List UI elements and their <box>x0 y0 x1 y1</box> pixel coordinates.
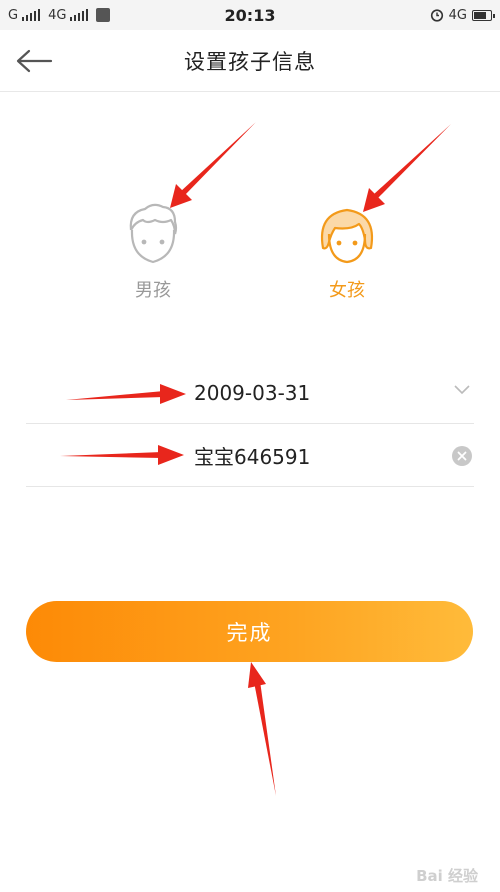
done-button[interactable]: 完成 <box>26 601 473 662</box>
signal-bars-icon <box>22 9 41 21</box>
girl-avatar-icon <box>320 208 374 264</box>
boy-avatar-icon <box>129 203 178 264</box>
status-bar: G 4G 20:13 4G <box>0 0 500 30</box>
back-arrow-icon <box>16 49 53 73</box>
annotation-arrow <box>373 124 451 199</box>
back-button[interactable] <box>14 44 54 78</box>
girl-label: 女孩 <box>329 280 365 301</box>
header: 设置孩子信息 <box>0 30 500 92</box>
status-right: 4G <box>430 7 495 23</box>
annotation-arrow <box>180 122 256 196</box>
chevron-down-icon[interactable] <box>454 385 470 395</box>
signal-label-2: 4G <box>48 7 67 23</box>
status-left: G 4G <box>8 7 111 23</box>
alarm-icon <box>430 9 443 22</box>
signal-bars-icon <box>70 9 89 21</box>
gender-option-girl[interactable]: 女孩 <box>292 200 402 302</box>
signal-label-1: G <box>8 7 19 23</box>
page-title: 设置孩子信息 <box>184 49 316 74</box>
watermark: Bai 经验 <box>416 867 478 885</box>
nickname-value: 宝宝646591 <box>194 445 311 469</box>
clear-icon[interactable] <box>452 446 472 466</box>
boy-label: 男孩 <box>135 280 171 301</box>
network-type: 4G <box>448 7 467 23</box>
annotation-arrow <box>248 662 266 688</box>
gender-option-boy[interactable]: 男孩 <box>98 200 208 302</box>
birthday-field[interactable]: 2009-03-31 <box>26 362 474 424</box>
nickname-field[interactable]: 宝宝646591 <box>26 425 474 487</box>
annotation-arrow <box>254 681 276 796</box>
battery-icon <box>472 9 495 21</box>
app-notification-icon <box>96 8 111 22</box>
birthday-value: 2009-03-31 <box>194 380 311 405</box>
